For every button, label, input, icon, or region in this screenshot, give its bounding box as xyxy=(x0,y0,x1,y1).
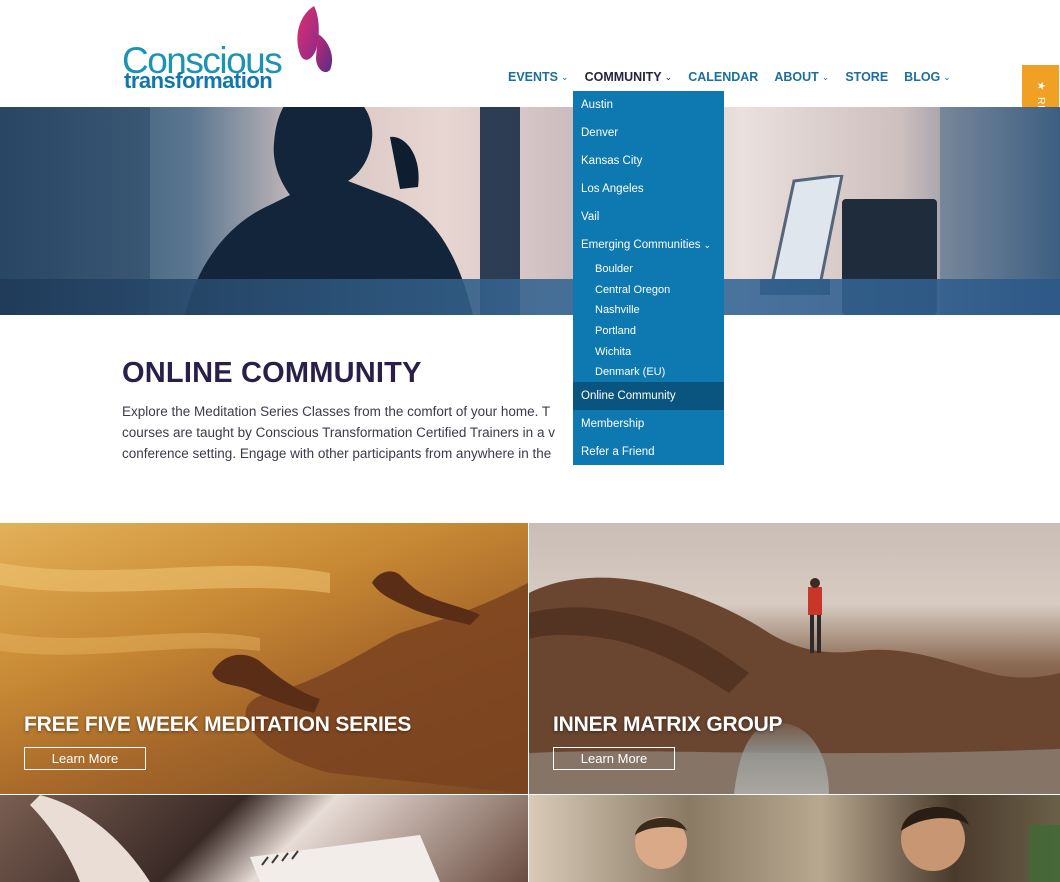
nav-blog-label: BLOG xyxy=(904,70,941,84)
dropdown-item-label: Denver xyxy=(581,127,619,139)
dropdown-subitem-portland[interactable]: Portland xyxy=(573,321,724,342)
nav-blog[interactable]: BLOG ⌄ xyxy=(904,68,951,86)
chevron-down-icon: ⌄ xyxy=(561,71,569,82)
main-nav: EVENTS ⌄ COMMUNITY ⌄ CALENDAR ABOUT ⌄ ST… xyxy=(508,68,967,86)
intro-paragraph: Explore the Meditation Series Classes fr… xyxy=(122,404,555,461)
tile-group-image xyxy=(529,795,1060,882)
dropdown-item-label: Los Angeles xyxy=(581,183,644,195)
dropdown-item-los-angeles[interactable]: Los Angeles xyxy=(573,175,724,203)
site-header: Conscious transformation EVENTS ⌄ COMMUN… xyxy=(0,0,1060,107)
dropdown-item-label: Boulder xyxy=(595,263,633,276)
chevron-down-icon: ⌄ xyxy=(943,71,951,82)
nav-store-label: STORE xyxy=(845,70,889,84)
chevron-down-icon: ⌄ xyxy=(664,71,673,82)
hero-image xyxy=(0,107,1060,315)
dropdown-item-label: Denmark (EU) xyxy=(595,366,666,379)
dropdown-item-kansas-city[interactable]: Kansas City xyxy=(573,147,724,175)
tile-meditation-series: FREE FIVE WEEK MEDITATION SERIES Learn M… xyxy=(0,523,528,794)
dropdown-item-label: Online Community xyxy=(581,390,676,402)
page-title: ONLINE COMMUNITY xyxy=(122,357,422,389)
nav-about[interactable]: ABOUT ⌄ xyxy=(774,68,829,86)
dropdown-subitem-central-oregon[interactable]: Central Oregon xyxy=(573,280,724,301)
nav-about-label: ABOUT xyxy=(774,70,819,84)
tile-inner-matrix: INNER MATRIX GROUP Learn More xyxy=(529,523,1060,794)
dropdown-item-vail[interactable]: Vail xyxy=(573,203,724,231)
tile-notebook-graphic xyxy=(30,795,440,882)
dropdown-item-label: Refer a Friend xyxy=(581,446,655,458)
learn-more-button[interactable]: Learn More xyxy=(553,747,675,770)
dropdown-item-label: Vail xyxy=(581,211,600,223)
dropdown-subitem-boulder[interactable]: Boulder xyxy=(573,259,724,280)
nav-calendar-label: CALENDAR xyxy=(688,70,759,84)
dropdown-subitem-wichita[interactable]: Wichita xyxy=(573,341,724,362)
tile-title: INNER MATRIX GROUP xyxy=(553,713,783,736)
community-dropdown: Austin Denver Kansas City Los Angeles Va… xyxy=(573,91,724,465)
chevron-down-icon: ⌄ xyxy=(703,239,712,250)
dropdown-item-label: Austin xyxy=(581,99,613,111)
hero-table xyxy=(0,279,1060,315)
nav-calendar[interactable]: CALENDAR xyxy=(688,68,758,86)
nav-store[interactable]: STORE xyxy=(845,68,888,86)
tile-title: FREE FIVE WEEK MEDITATION SERIES xyxy=(24,713,412,736)
site-logo[interactable]: Conscious transformation xyxy=(122,4,337,94)
butterfly-logo-icon xyxy=(297,6,333,73)
tile-group-graphic xyxy=(635,806,1060,882)
nav-events-label: EVENTS xyxy=(508,70,559,84)
logo-text-transformation: transformation xyxy=(124,68,273,93)
dropdown-item-label: Kansas City xyxy=(581,155,643,167)
dropdown-item-online-community[interactable]: Online Community xyxy=(573,382,724,410)
dropdown-item-label: Wichita xyxy=(595,345,632,358)
tile-notebook-image xyxy=(0,795,528,882)
dropdown-item-label: Membership xyxy=(581,418,645,430)
learn-more-button[interactable]: Learn More xyxy=(24,747,146,770)
star-icon: ★ xyxy=(1034,80,1047,91)
dropdown-item-denver[interactable]: Denver xyxy=(573,119,724,147)
dropdown-item-label: Nashville xyxy=(595,304,640,317)
hero-laptop xyxy=(760,175,844,295)
dropdown-item-label: Central Oregon xyxy=(595,283,671,296)
dropdown-subitem-nashville[interactable]: Nashville xyxy=(573,300,724,321)
dropdown-item-refer-a-friend[interactable]: Refer a Friend xyxy=(573,438,724,466)
nav-events[interactable]: EVENTS ⌄ xyxy=(508,68,569,86)
nav-community[interactable]: COMMUNITY ⌄ xyxy=(585,68,673,86)
dropdown-item-label: Portland xyxy=(595,325,636,338)
chevron-down-icon: ⌄ xyxy=(821,71,830,82)
dropdown-item-label: Emerging Communities xyxy=(581,239,701,251)
dropdown-item-emerging-communities[interactable]: Emerging Communities ⌄ xyxy=(573,231,724,259)
dropdown-item-austin[interactable]: Austin xyxy=(573,91,724,119)
dropdown-item-membership[interactable]: Membership xyxy=(573,410,724,438)
dropdown-subitem-denmark[interactable]: Denmark (EU) xyxy=(573,362,724,383)
nav-community-label: COMMUNITY xyxy=(584,70,662,84)
